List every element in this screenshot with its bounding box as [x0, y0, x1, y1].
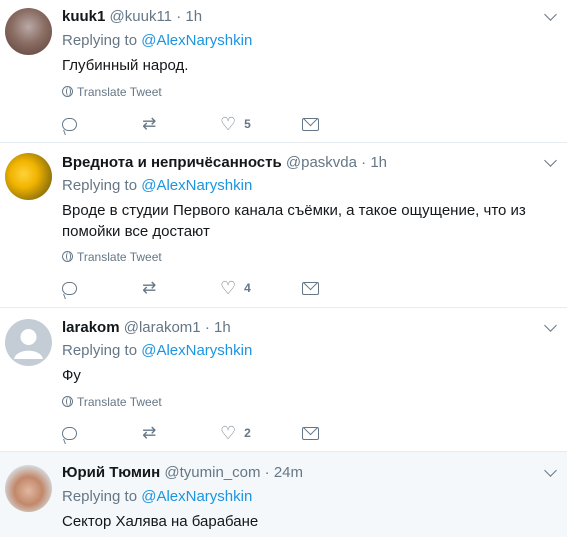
replying-to-link[interactable]: @AlexNaryshkin	[141, 32, 252, 49]
tweet-item[interactable]: Вреднота и непричёсанность @paskvda · 1h…	[0, 143, 567, 308]
timestamp[interactable]: 1h	[214, 319, 231, 336]
default-avatar-icon	[14, 329, 43, 359]
envelope-icon	[302, 281, 319, 295]
heart-icon: ♡	[220, 278, 237, 298]
tweet-actions: ⇄ ♡ 4	[62, 278, 362, 298]
translate-tweet-link[interactable]: Translate Tweet	[62, 85, 162, 99]
tweet-actions: ⇄ ♡ 5	[62, 114, 362, 134]
translate-tweet-link[interactable]: Translate Tweet	[62, 250, 162, 264]
globe-icon	[62, 251, 73, 262]
chevron-down-icon[interactable]	[544, 154, 557, 167]
reply-icon	[62, 426, 77, 440]
direct-message-button[interactable]	[302, 278, 319, 298]
replying-prefix: Replying to	[62, 177, 138, 194]
like-button[interactable]: ♡ 5	[220, 114, 251, 134]
heart-icon: ♡	[220, 114, 237, 134]
replying-to-link[interactable]: @AlexNaryshkin	[141, 488, 252, 505]
retweet-button[interactable]: ⇄	[142, 114, 156, 134]
user-name[interactable]: kuuk1	[62, 8, 105, 25]
replying-prefix: Replying to	[62, 488, 138, 505]
tweet-text: Сектор Халява на барабане	[62, 513, 259, 530]
translate-label: Translate Tweet	[77, 85, 162, 99]
tweet-header: Вреднота и непричёсанность @paskvda · 1h	[62, 154, 387, 171]
reply-icon	[62, 281, 77, 295]
tweet-header: larakom @larakom1 · 1h	[62, 319, 231, 336]
user-handle[interactable]: @larakom1	[124, 319, 201, 336]
avatar[interactable]	[5, 319, 52, 366]
like-count: 4	[244, 281, 251, 295]
timestamp[interactable]: 24m	[274, 464, 303, 481]
retweet-button[interactable]: ⇄	[142, 278, 156, 298]
separator-dot: ·	[204, 319, 210, 336]
like-button[interactable]: ♡ 2	[220, 423, 251, 443]
envelope-icon	[302, 117, 319, 131]
globe-icon	[62, 396, 73, 407]
retweet-button[interactable]: ⇄	[142, 423, 156, 443]
tweet-text: Вроде в студии Первого канала съёмки, а …	[62, 202, 526, 240]
chevron-down-icon[interactable]	[544, 319, 557, 332]
globe-icon	[62, 86, 73, 97]
tweet-item[interactable]: kuuk1 @kuuk11 · 1h Replying to @AlexNary…	[0, 0, 567, 143]
chevron-down-icon[interactable]	[544, 464, 557, 477]
tweet-header: Юрий Тюмин @tyumin_com · 24m	[62, 464, 303, 481]
retweet-icon: ⇄	[142, 278, 157, 297]
translate-label: Translate Tweet	[77, 250, 162, 264]
tweet-actions: ⇄ ♡ 2	[62, 423, 362, 443]
replying-to: Replying to @AlexNaryshkin	[62, 177, 252, 194]
avatar[interactable]	[5, 8, 52, 55]
like-count: 5	[244, 117, 251, 131]
retweet-icon: ⇄	[142, 423, 157, 442]
user-handle[interactable]: @kuuk11	[110, 8, 172, 25]
translate-label: Translate Tweet	[77, 395, 162, 409]
direct-message-button[interactable]	[302, 423, 319, 443]
timestamp[interactable]: 1h	[185, 8, 202, 25]
like-count: 2	[244, 426, 251, 440]
reply-button[interactable]	[62, 423, 77, 443]
chevron-down-icon[interactable]	[544, 8, 557, 21]
separator-dot: ·	[361, 154, 367, 171]
avatar[interactable]	[5, 465, 52, 512]
user-name[interactable]: Вреднота и непричёсанность	[62, 154, 282, 171]
user-handle[interactable]: @tyumin_com	[164, 464, 260, 481]
replying-to-link[interactable]: @AlexNaryshkin	[141, 342, 252, 359]
timestamp[interactable]: 1h	[370, 154, 387, 171]
replying-to: Replying to @AlexNaryshkin	[62, 488, 252, 505]
tweet-text: Фу	[62, 367, 81, 384]
tweet-item[interactable]: larakom @larakom1 · 1h Replying to @Alex…	[0, 308, 567, 452]
tweet-text: Глубинный народ.	[62, 57, 189, 74]
replying-prefix: Replying to	[62, 342, 138, 359]
replying-prefix: Replying to	[62, 32, 138, 49]
tweet-item[interactable]: Юрий Тюмин @tyumin_com · 24m Replying to…	[0, 451, 567, 537]
reply-button[interactable]	[62, 278, 77, 298]
reply-button[interactable]	[62, 114, 77, 134]
separator-dot: ·	[264, 464, 270, 481]
replying-to-link[interactable]: @AlexNaryshkin	[141, 177, 252, 194]
avatar[interactable]	[5, 153, 52, 200]
tweet-header: kuuk1 @kuuk11 · 1h	[62, 8, 202, 25]
envelope-icon	[302, 426, 319, 440]
user-handle[interactable]: @paskvda	[286, 154, 357, 171]
replying-to: Replying to @AlexNaryshkin	[62, 342, 252, 359]
like-button[interactable]: ♡ 4	[220, 278, 251, 298]
replying-to: Replying to @AlexNaryshkin	[62, 32, 252, 49]
retweet-icon: ⇄	[142, 114, 157, 133]
translate-tweet-link[interactable]: Translate Tweet	[62, 395, 162, 409]
separator-dot: ·	[176, 8, 182, 25]
user-name[interactable]: larakom	[62, 319, 120, 336]
heart-icon: ♡	[220, 423, 237, 443]
direct-message-button[interactable]	[302, 114, 319, 134]
reply-icon	[62, 117, 77, 131]
user-name[interactable]: Юрий Тюмин	[62, 464, 160, 481]
